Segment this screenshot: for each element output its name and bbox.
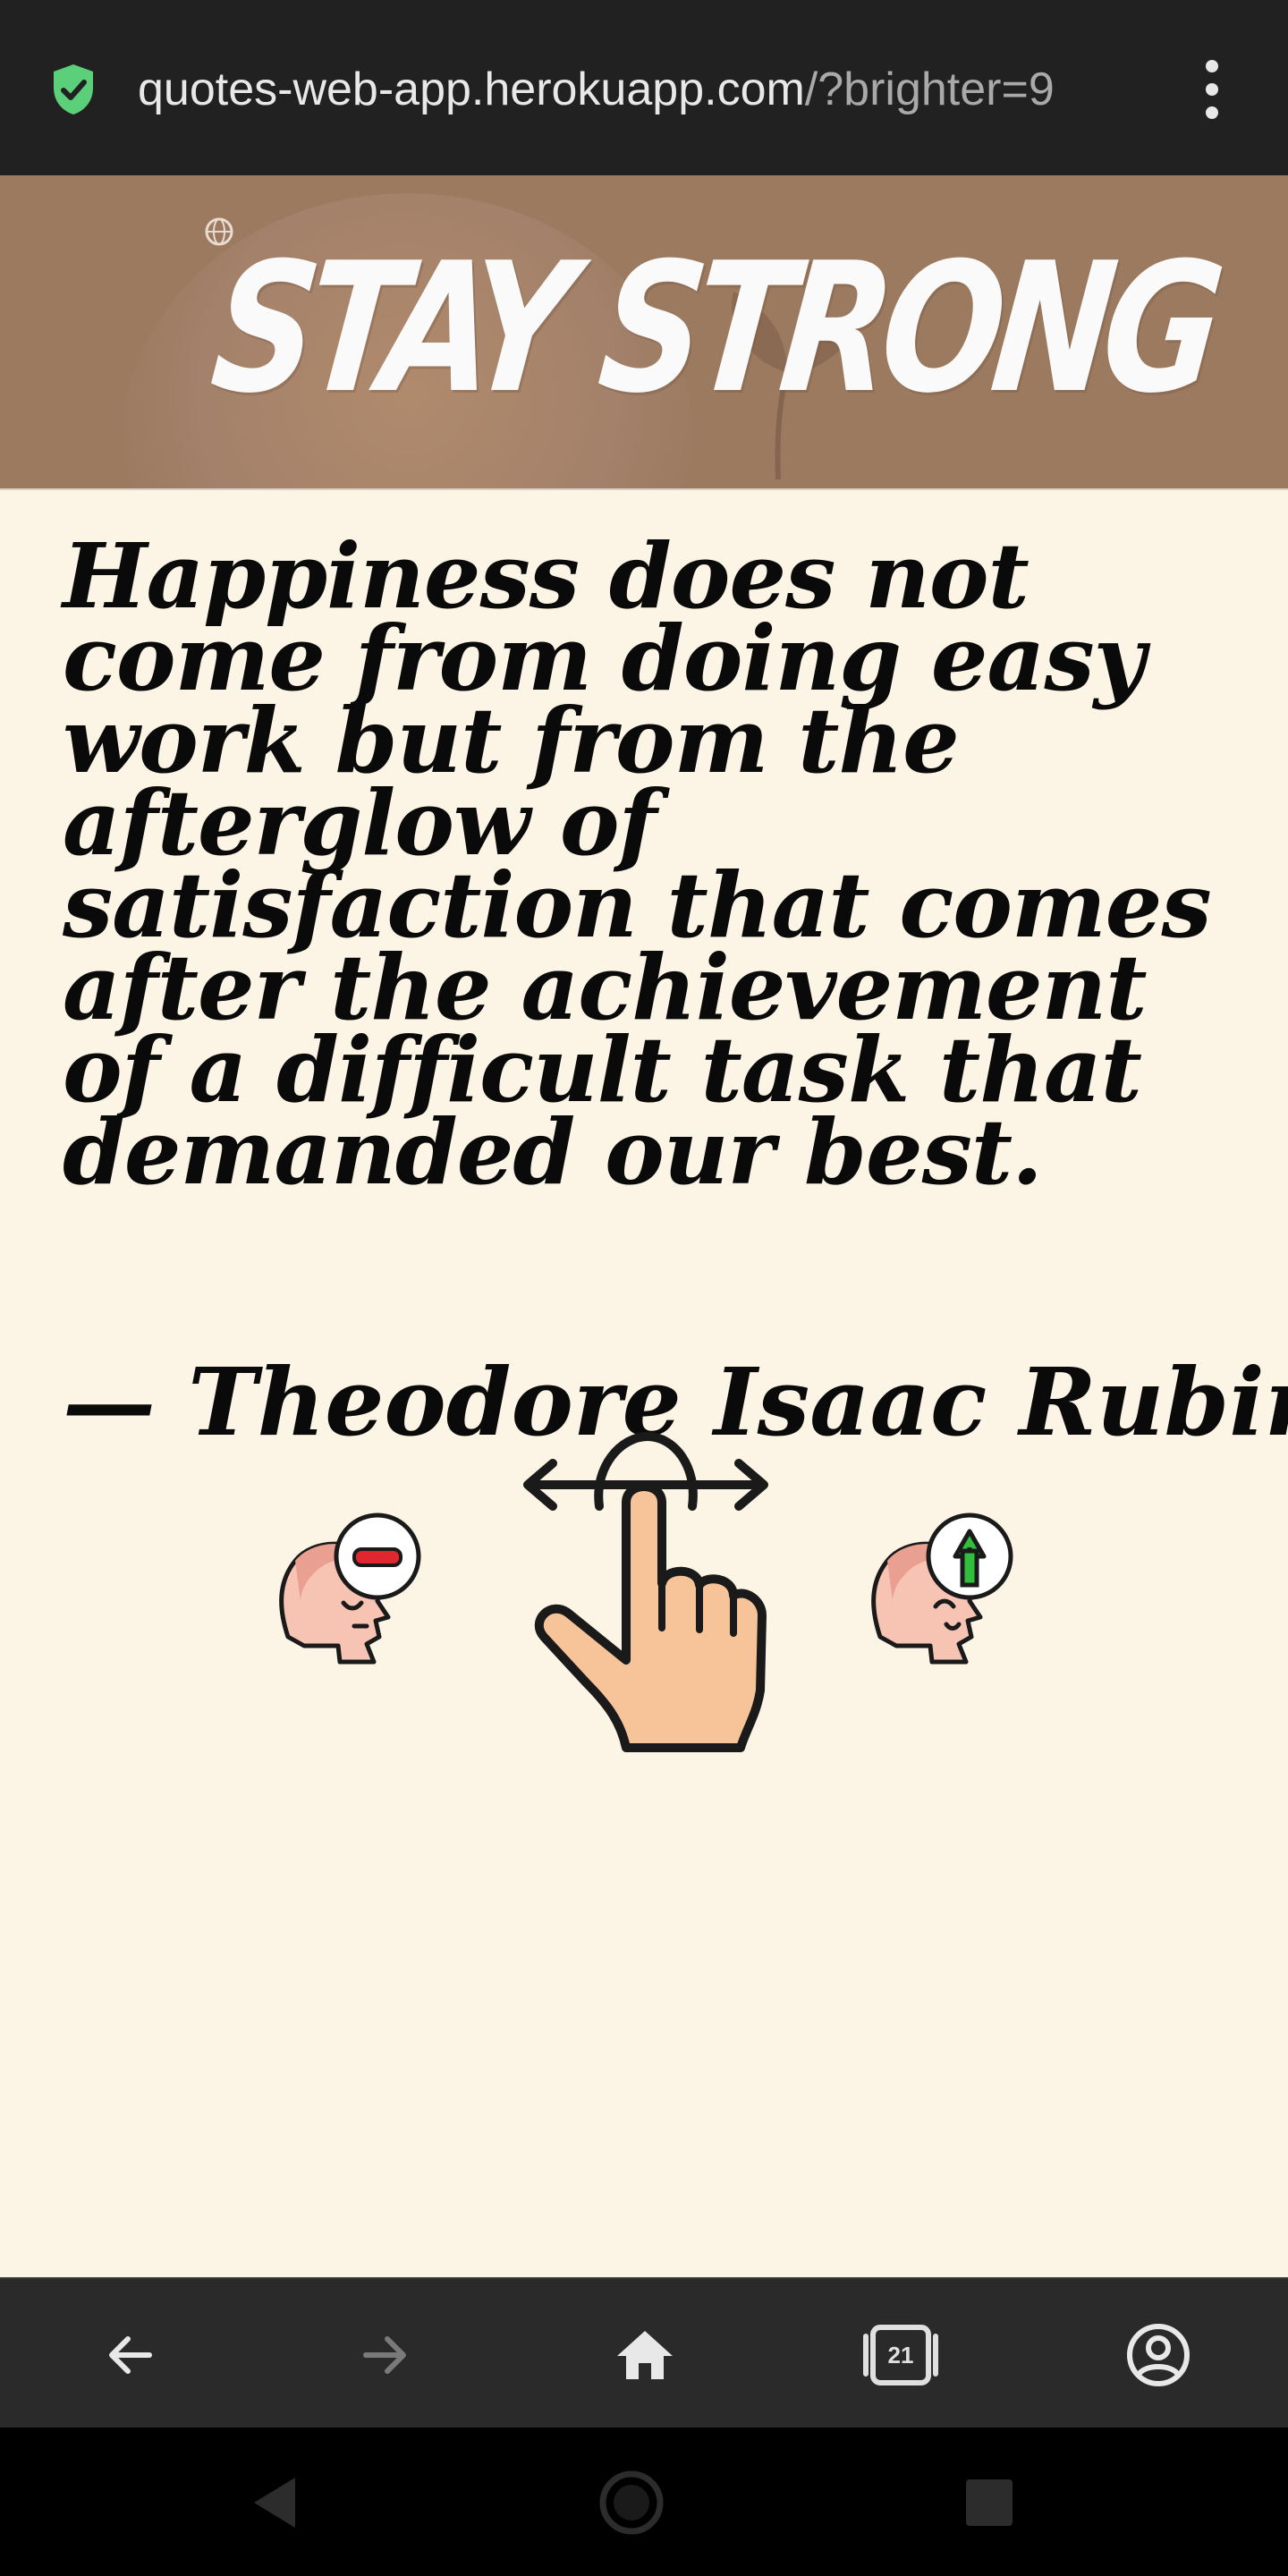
brighter-head-icon[interactable] [860, 1512, 1021, 1673]
secure-shield-icon[interactable] [50, 63, 97, 116]
account-button[interactable] [1118, 2315, 1199, 2395]
forward-button[interactable] [345, 2315, 426, 2395]
url-host: quotes-web-app.herokuapp.com [138, 64, 805, 115]
url-field[interactable]: quotes-web-app.herokuapp.com/?brighter=9 [138, 55, 1148, 123]
tabs-button[interactable]: 21 [860, 2315, 941, 2395]
hero-title: STAY STRONG [203, 225, 1223, 433]
nav-recents-icon[interactable] [952, 2465, 1027, 2540]
tabs-count: 21 [887, 2342, 914, 2368]
forward-arrow-icon [363, 2336, 406, 2374]
url-path: /?brighter=9 [804, 64, 1055, 115]
more-menu-icon[interactable] [1190, 55, 1234, 123]
hero-banner: STAY STRONG [0, 175, 1288, 488]
back-button[interactable] [89, 2315, 170, 2395]
swipe-hand-icon[interactable] [522, 1431, 769, 1753]
dimmer-head-icon[interactable] [268, 1512, 429, 1673]
browser-address-bar: quotes-web-app.herokuapp.com/?brighter=9 [0, 0, 1288, 175]
nav-back-icon[interactable] [242, 2465, 317, 2540]
quote-text: Happiness does not come from doing easy … [63, 523, 1212, 1205]
quote-section: Happiness does not come from doing easy … [0, 488, 1288, 2277]
android-nav-bar [0, 2428, 1288, 2576]
back-arrow-icon [109, 2336, 152, 2374]
nav-home-icon[interactable] [594, 2465, 669, 2540]
home-icon [617, 2331, 673, 2379]
browser-toolbar: 21 [0, 2277, 1288, 2428]
account-icon [1127, 2324, 1190, 2386]
home-button[interactable] [605, 2315, 685, 2395]
